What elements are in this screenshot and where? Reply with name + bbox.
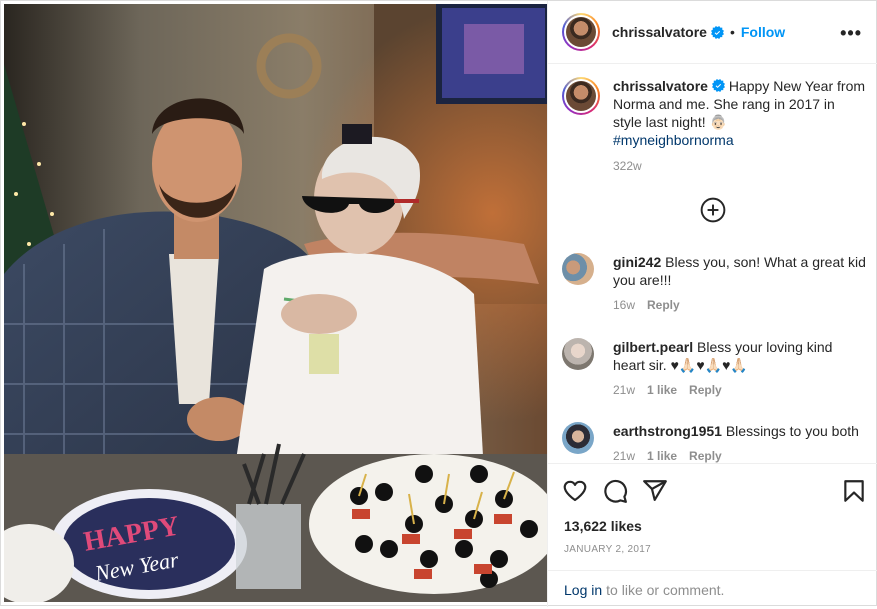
post-photo[interactable]: HAPPY New Year	[4, 4, 547, 602]
comment-username[interactable]: gini242	[613, 254, 661, 270]
caption-avatar[interactable]	[562, 77, 600, 115]
comment-username[interactable]: earthstrong1951	[613, 423, 722, 439]
verified-badge-icon	[710, 25, 724, 39]
bookmark-icon[interactable]	[841, 478, 867, 504]
comment-avatar[interactable]	[562, 338, 594, 370]
caption-time[interactable]: 322w	[613, 157, 867, 175]
reply-button[interactable]: Reply	[689, 381, 722, 399]
post-actions: 13,622 likes JANUARY 2, 2017 Log in to l…	[548, 463, 877, 607]
comment-time[interactable]: 21w	[613, 447, 635, 463]
likes-count[interactable]: 13,622 likes	[564, 518, 642, 534]
load-more-comments-icon[interactable]	[700, 197, 726, 223]
post-caption: chrissalvatore Happy New Year from Norma…	[562, 77, 867, 175]
photo-illustration: HAPPY New Year	[4, 4, 547, 602]
comment-icon[interactable]	[602, 478, 628, 504]
login-link[interactable]: Log in	[564, 582, 602, 598]
comment-avatar[interactable]	[562, 253, 594, 285]
caption-emoji: 👵🏻	[709, 114, 727, 130]
more-options-icon[interactable]: •••	[840, 23, 862, 44]
comment-time[interactable]: 16w	[613, 296, 635, 314]
heart-icon[interactable]	[562, 478, 588, 504]
post-header: chrissalvatore • Follow •••	[548, 1, 877, 64]
comment-username[interactable]: gilbert.pearl	[613, 339, 693, 355]
caption-username[interactable]: chrissalvatore	[613, 78, 708, 94]
caption-hashtag[interactable]: #myneighbornorma	[613, 132, 734, 148]
comment-text: Blessings to you both	[725, 423, 859, 439]
reply-button[interactable]: Reply	[689, 447, 722, 463]
comments-section[interactable]: chrissalvatore Happy New Year from Norma…	[548, 65, 877, 463]
comment-item: gini242 Bless you, son! What a great kid…	[562, 253, 867, 314]
avatar[interactable]	[562, 13, 600, 51]
comment-time[interactable]: 21w	[613, 381, 635, 399]
login-rest-text: to like or comment.	[606, 581, 725, 598]
login-prompt: Log in to like or comment.	[548, 570, 877, 608]
comment-likes[interactable]: 1 like	[647, 381, 677, 399]
follow-button[interactable]: Follow	[741, 24, 785, 40]
verified-badge-icon	[711, 79, 725, 92]
comment-item: earthstrong1951 Blessings to you both 21…	[562, 422, 867, 463]
reply-button[interactable]: Reply	[647, 296, 680, 314]
comment-likes[interactable]: 1 like	[647, 447, 677, 463]
share-icon[interactable]	[642, 478, 668, 504]
post-date[interactable]: JANUARY 2, 2017	[564, 544, 651, 555]
comment-avatar[interactable]	[562, 422, 594, 454]
header-separator: •	[729, 24, 735, 40]
comment-item: gilbert.pearl Bless your loving kind hea…	[562, 338, 867, 399]
post-side-panel: chrissalvatore • Follow ••• chrissalvato…	[547, 1, 877, 607]
instagram-post: HAPPY New Year chrissalvatore • Follow •…	[0, 0, 877, 607]
header-username[interactable]: chrissalvatore	[612, 24, 707, 40]
